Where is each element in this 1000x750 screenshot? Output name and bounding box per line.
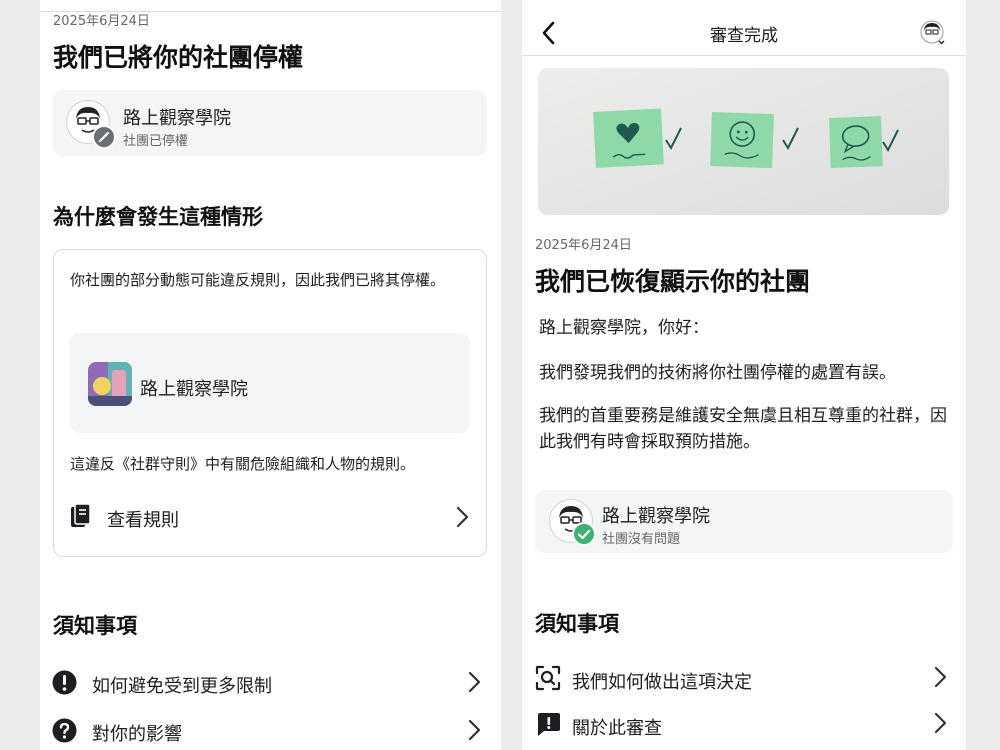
review-banner-image	[538, 68, 949, 215]
impact-item[interactable]: 對你的影響	[40, 710, 501, 750]
group-name: 路上觀察學院	[602, 506, 710, 527]
view-rules-button[interactable]: 查看規則	[54, 498, 486, 538]
view-rules-label: 查看規則	[107, 510, 179, 531]
page-title: 我們已恢復顯示你的社團	[535, 267, 811, 296]
nav-title: 審查完成	[710, 26, 778, 46]
review-complete-panel: 審查完成 2025年6月24日 我們已恢復顯示你的社團 路上觀察學院，你好： 我…	[522, 0, 966, 750]
decision-process-label: 我們如何做出這項決定	[572, 672, 752, 693]
suspended-badge-icon	[92, 125, 116, 149]
reason-text: 你社團的部分動態可能違反規則，因此我們已將其停權。	[70, 271, 446, 289]
group-name: 路上觀察學院	[123, 108, 231, 129]
greeting-text: 路上觀察學院，你好：	[539, 318, 709, 338]
profile-avatar-icon	[920, 20, 945, 45]
group-status-card[interactable]: 路上觀察學院 社團已停權	[53, 90, 487, 156]
chevron-right-icon	[467, 719, 481, 745]
speech-bubble-note-icon	[829, 116, 883, 168]
reason-card: 你社團的部分動態可能違反規則，因此我們已將其停權。 路上觀察學院 這違反《社群守…	[53, 249, 487, 557]
notice-heading: 須知事項	[53, 614, 137, 638]
rules-book-icon	[70, 503, 92, 533]
scan-search-icon	[535, 665, 561, 695]
about-review-label: 關於此審查	[572, 718, 662, 739]
group-status-card[interactable]: 路上觀察學院 社團沒有問題	[535, 490, 953, 553]
smile-note-icon	[710, 111, 774, 169]
page-title: 我們已將你的社團停權	[53, 43, 304, 72]
about-review-item[interactable]: 關於此審查	[522, 704, 966, 744]
exclamation-circle-icon	[52, 670, 77, 699]
avoid-restrictions-item[interactable]: 如何避免受到更多限制	[40, 662, 501, 702]
post-preview-name: 路上觀察學院	[140, 379, 248, 400]
group-status: 社團已停權	[123, 134, 189, 149]
profile-avatar-button[interactable]	[920, 20, 945, 45]
chevron-right-icon	[933, 712, 947, 738]
post-thumbnail	[88, 362, 132, 406]
impact-label: 對你的影響	[92, 724, 182, 745]
question-circle-icon	[52, 718, 77, 747]
chevron-right-icon	[467, 671, 481, 697]
avoid-restrictions-label: 如何避免受到更多限制	[92, 676, 272, 697]
decision-process-item[interactable]: 我們如何做出這項決定	[522, 658, 966, 698]
error-explanation-text: 我們發現我們的技術將你社團停權的處置有誤。	[539, 363, 896, 383]
chevron-right-icon	[933, 666, 947, 692]
nav-divider	[522, 55, 966, 56]
alert-speech-bubble-icon	[535, 711, 561, 741]
heart-note-icon	[593, 108, 664, 168]
approved-check-icon	[572, 522, 596, 546]
safety-explanation-text: 我們的首重要務是維護安全無虞且相互尊重的社群，因此我們有時會採取預防措施。	[539, 406, 947, 452]
group-status: 社團沒有問題	[602, 532, 681, 547]
chevron-right-icon	[455, 506, 469, 532]
notice-heading: 須知事項	[535, 612, 619, 636]
suspension-notice-panel: 2025年6月24日 我們已將你的社團停權 路上觀察學院 社團已停權 為什麼會發…	[40, 0, 501, 750]
review-date: 2025年6月24日	[535, 238, 632, 253]
notice-date: 2025年6月24日	[53, 14, 150, 29]
violation-text: 這違反《社群守則》中有關危險組織和人物的規則。	[70, 455, 416, 473]
post-preview[interactable]: 路上觀察學院	[70, 333, 470, 433]
why-heading: 為什麼會發生這種情形	[53, 205, 263, 229]
